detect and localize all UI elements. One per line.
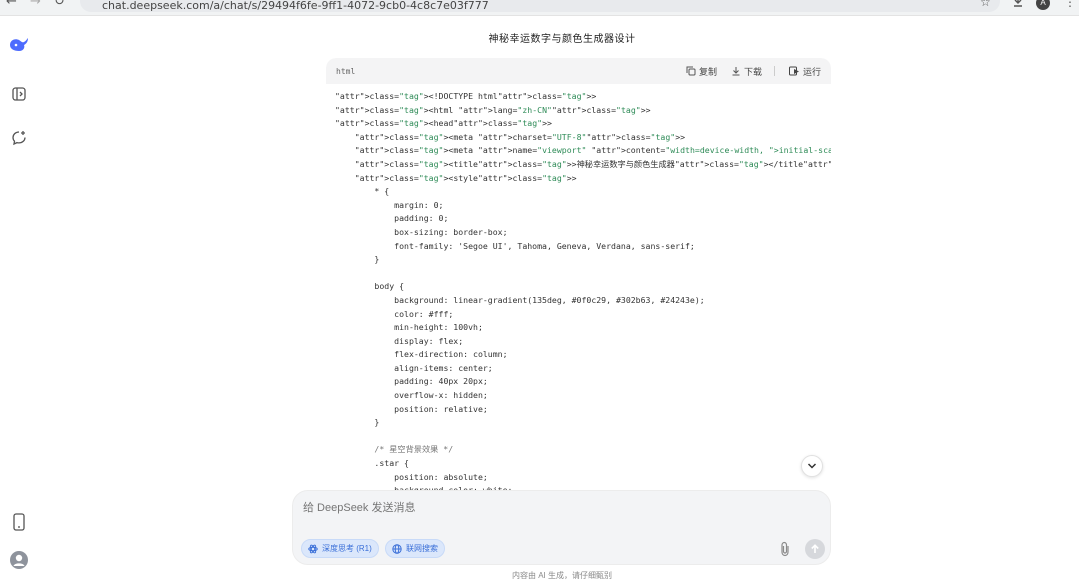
code-line: align-items: center; [335, 362, 493, 373]
message-composer: 深度思考 (R1) 联网搜索 [292, 490, 831, 565]
page-title: 神秘幸运数字与颜色生成器设计 [488, 34, 636, 45]
code-line: flex-direction: column; [335, 349, 508, 360]
globe-icon [392, 543, 402, 554]
code-line: position: relative; [335, 403, 488, 414]
header-divider [773, 66, 775, 76]
deep-think-toggle[interactable]: 深度思考 (R1) [301, 539, 379, 558]
code-line: "attr">class="tag"><html "attr">lang="zh… [335, 104, 651, 115]
code-line: "attr">class="tag"><meta "attr">name="vi… [354, 145, 831, 156]
code-line: box-sizing: border-box; [335, 226, 508, 237]
web-search-toggle[interactable]: 联网搜索 [385, 539, 445, 558]
chevron-down-icon [807, 463, 817, 469]
mobile-app-icon[interactable] [8, 511, 30, 533]
code-language-label: html [336, 66, 356, 76]
bookmark-star-icon[interactable]: ☆ [980, 0, 991, 9]
code-line: } [335, 254, 380, 265]
code-line: overflow-x: hidden; [335, 390, 488, 401]
code-line: body { [335, 281, 405, 292]
user-avatar-icon[interactable] [8, 549, 30, 571]
code-line: padding: 40px 20px; [335, 376, 488, 387]
code-line: margin: 0; [335, 199, 444, 210]
code-block-header: html 复制 下载 运行 [326, 58, 831, 84]
download-icon[interactable] [1012, 0, 1024, 10]
code-line: .star { [335, 458, 409, 469]
code-block: html 复制 下载 运行 "attr">class="tag"><!DOCTY… [326, 58, 831, 490]
message-input[interactable] [303, 501, 703, 515]
code-line: "attr">class="tag"><meta "attr">charset=… [354, 131, 686, 142]
code-line: font-family: 'Segoe UI', Tahoma, Geneva,… [335, 240, 695, 251]
code-line: min-height: 100vh; [335, 322, 483, 333]
browser-menu-icon[interactable]: ⋮ [1064, 0, 1076, 9]
sidebar-toggle-icon[interactable] [8, 83, 30, 105]
attach-file-button[interactable] [779, 541, 791, 562]
paperclip-icon [781, 541, 789, 557]
download-button[interactable]: 下载 [731, 65, 762, 78]
code-line: display: flex; [335, 335, 464, 346]
code-line: background: linear-gradient(135deg, #0f0… [335, 294, 705, 305]
download-label: 下载 [743, 66, 762, 77]
address-bar-url: chat.deepseek.com/a/chat/s/29494f6fe-9ff… [102, 0, 489, 12]
code-line: * { [335, 186, 390, 197]
deep-think-label: 深度思考 (R1) [322, 544, 372, 553]
code-line: ​ [335, 430, 822, 444]
arrow-up-icon [811, 544, 819, 553]
run-icon [788, 66, 799, 76]
code-line: position: absolute; [335, 471, 488, 482]
sidebar [0, 16, 40, 581]
code-line: "attr">class="tag"><title"attr">class="t… [354, 158, 831, 169]
scroll-to-bottom-button[interactable] [801, 455, 823, 477]
forward-button[interactable]: → [30, 0, 41, 9]
run-label: 运行 [802, 66, 821, 77]
run-button[interactable]: 运行 [788, 65, 821, 78]
code-line: "attr">class="tag"><!DOCTYPE html"attr">… [335, 91, 597, 101]
atom-icon [308, 544, 318, 553]
address-bar[interactable]: chat.deepseek.com/a/chat/s/29494f6fe-9ff… [80, 0, 1000, 12]
browser-toolbar: ← → ↻ chat.deepseek.com/a/chat/s/29494f6… [0, 0, 1079, 16]
code-line: } [335, 417, 380, 428]
profile-avatar[interactable]: A [1036, 0, 1050, 10]
send-button[interactable] [805, 539, 825, 559]
ai-disclaimer: 内容由 AI 生成，请仔细甄别 [511, 571, 612, 580]
code-line: "attr">class="tag"><style"attr">class="t… [354, 172, 577, 183]
reload-button[interactable]: ↻ [54, 0, 65, 9]
copy-icon [686, 66, 696, 76]
code-line: /* 星空背景效果 */ [335, 444, 454, 455]
code-line: padding: 0; [335, 213, 449, 224]
copy-button[interactable]: 复制 [686, 65, 717, 78]
back-button[interactable]: ← [6, 0, 17, 9]
new-chat-icon[interactable] [8, 127, 30, 149]
copy-label: 复制 [698, 66, 717, 77]
code-line: color: #fff; [335, 308, 454, 319]
download-icon [732, 67, 740, 76]
code-line: "attr">class="tag"><head"attr">class="ta… [335, 118, 552, 129]
code-content: "attr">class="tag"><!DOCTYPE html"attr">… [326, 84, 831, 490]
code-line: ​ [335, 267, 822, 281]
web-search-label: 联网搜索 [406, 544, 438, 553]
